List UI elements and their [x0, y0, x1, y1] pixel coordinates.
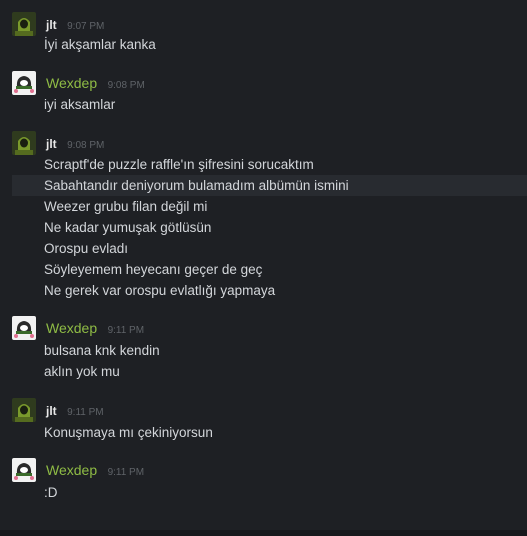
- message-line: İyi akşamlar kanka: [12, 34, 527, 55]
- message-line: Orospu evladı: [12, 238, 527, 259]
- message-text: Ne kadar yumuşak götlüsün: [44, 220, 212, 235]
- message-line: :D: [12, 482, 527, 503]
- message-header: Wexdep 9:11 PM: [46, 320, 144, 338]
- wexdep-avatar-icon[interactable]: [12, 316, 36, 340]
- message-header: jlt 9:11 PM: [46, 402, 104, 420]
- message-text: bulsana knk kendin: [44, 343, 160, 358]
- timestamp: 9:07 PM: [67, 21, 105, 32]
- message-text: Orospu evladı: [44, 241, 129, 256]
- jlt-avatar-icon[interactable]: [12, 12, 36, 36]
- jlt-avatar-icon[interactable]: [12, 131, 36, 155]
- author-name[interactable]: Wexdep: [46, 320, 97, 336]
- chat-log: jlt 9:07 PM İyi akşamlar kanka Wexdep 9:…: [0, 0, 527, 526]
- message-line: Scraptf'de puzzle raffle'ın şifresini so…: [12, 154, 527, 175]
- message-text: Scraptf'de puzzle raffle'ın şifresini so…: [44, 157, 314, 172]
- message-text: Weezer grubu filan değil mi: [44, 199, 208, 214]
- author-name[interactable]: Wexdep: [46, 462, 97, 478]
- wexdep-avatar-icon[interactable]: [12, 71, 36, 95]
- message-group: jlt 9:11 PM Konuşmaya mı çekiniyorsun: [12, 398, 527, 444]
- message-group: Wexdep 9:11 PM bulsana knk kendin aklın …: [12, 316, 527, 384]
- message-text: iyi aksamlar: [44, 97, 116, 112]
- message-text: Söyleyemem heyecanı geçer de geç: [44, 262, 263, 277]
- message-line: Konuşmaya mı çekiniyorsun: [12, 422, 527, 443]
- timestamp: 9:08 PM: [107, 80, 145, 91]
- message-header: Wexdep 9:11 PM: [46, 462, 144, 480]
- author-name[interactable]: jlt: [46, 404, 57, 418]
- timestamp: 9:11 PM: [107, 325, 145, 336]
- message-text: Konuşmaya mı çekiniyorsun: [44, 425, 213, 440]
- timestamp: 9:11 PM: [107, 467, 145, 478]
- message-group: Wexdep 9:08 PM iyi aksamlar: [12, 71, 527, 117]
- bottom-divider: [0, 530, 527, 536]
- message-line: Söyleyemem heyecanı geçer de geç: [12, 259, 527, 280]
- author-name[interactable]: jlt: [46, 137, 57, 151]
- message-text: :D: [44, 485, 58, 500]
- message-header: jlt 9:08 PM: [46, 135, 104, 153]
- message-line: aklın yok mu: [12, 361, 527, 382]
- message-line: Weezer grubu filan değil mi: [12, 196, 527, 217]
- message-line: Ne gerek var orospu evlatlığı yapmaya: [12, 280, 527, 301]
- author-name[interactable]: Wexdep: [46, 75, 97, 91]
- message-group: jlt 9:08 PM Scraptf'de puzzle raffle'ın …: [12, 131, 527, 303]
- message-header: Wexdep 9:08 PM: [46, 75, 145, 93]
- message-line-hovered: Sabahtandır deniyorum bulamadım albümün …: [12, 175, 527, 196]
- message-group: Wexdep 9:11 PM :D: [12, 458, 527, 504]
- message-line: Ne kadar yumuşak götlüsün: [12, 217, 527, 238]
- author-name[interactable]: jlt: [46, 18, 57, 32]
- message-text: Sabahtandır deniyorum bulamadım albümün …: [44, 178, 349, 193]
- message-header: jlt 9:07 PM: [46, 16, 104, 34]
- timestamp: 9:11 PM: [67, 407, 104, 418]
- message-text: İyi akşamlar kanka: [44, 37, 156, 52]
- message-line: bulsana knk kendin: [12, 340, 527, 361]
- message-group: jlt 9:07 PM İyi akşamlar kanka: [12, 12, 527, 58]
- wexdep-avatar-icon[interactable]: [12, 458, 36, 482]
- jlt-avatar-icon[interactable]: [12, 398, 36, 422]
- message-line: iyi aksamlar: [12, 94, 527, 115]
- timestamp: 9:08 PM: [67, 140, 105, 151]
- message-text: aklın yok mu: [44, 364, 120, 379]
- message-text: Ne gerek var orospu evlatlığı yapmaya: [44, 283, 276, 298]
